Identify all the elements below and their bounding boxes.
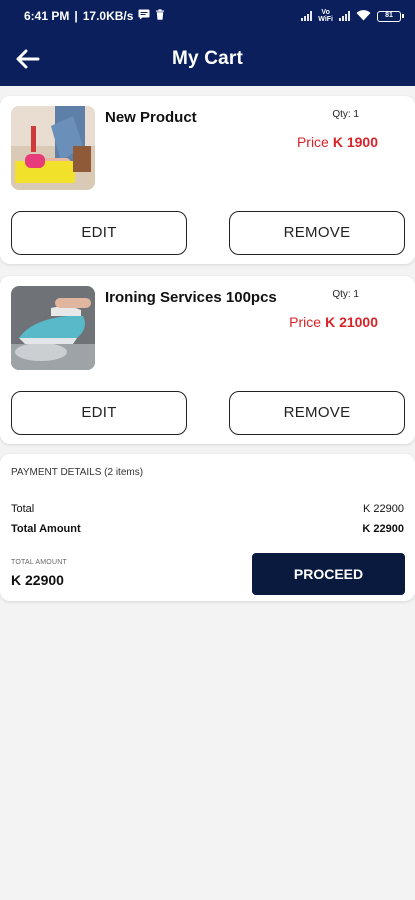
product-price: Price K 21000 <box>289 314 378 330</box>
product-qty: Qty: 1 <box>332 289 359 300</box>
volte-wifi-icon: Vo WiFi <box>318 9 333 23</box>
status-right: Vo WiFi 81 <box>301 9 404 24</box>
total-amount-value: K 22900 <box>362 523 404 535</box>
remove-button[interactable]: REMOVE <box>229 391 405 435</box>
page-title: My Cart <box>171 48 244 69</box>
app-bar: My Cart <box>0 32 415 86</box>
total-value: K 22900 <box>363 503 404 515</box>
proceed-button[interactable]: PROCEED <box>252 553 405 595</box>
product-image[interactable] <box>11 286 95 370</box>
price-amount: K 1900 <box>332 134 378 150</box>
message-icon <box>138 9 150 23</box>
status-left: 6:41 PM | 17.0KB/s <box>24 9 165 23</box>
footer-total-caption: TOTAL AMOUNT <box>11 559 67 566</box>
product-image[interactable] <box>11 106 95 190</box>
status-bar: 6:41 PM | 17.0KB/s Vo WiFi 81 <box>0 0 415 32</box>
product-name: Ironing Services 100pcs <box>105 289 277 306</box>
edit-button[interactable]: EDIT <box>11 211 187 255</box>
price-label: Price <box>296 134 329 150</box>
product-qty: Qty: 1 <box>332 109 359 120</box>
battery-icon: 81 <box>377 10 404 22</box>
payment-details-card: PAYMENT DETAILS (2 items) Total K 22900 … <box>0 454 415 601</box>
cart-item-card: New Product Qty: 1 Price K 1900 EDIT REMO… <box>0 96 415 264</box>
price-label: Price <box>289 314 322 330</box>
signal-icon <box>301 11 313 21</box>
arrow-left-icon <box>16 49 40 69</box>
wifi-icon <box>356 9 371 24</box>
battery-level: 81 <box>385 11 393 19</box>
total-label: Total <box>11 503 35 515</box>
payment-heading: PAYMENT DETAILS (2 items) <box>11 467 144 478</box>
remove-button[interactable]: REMOVE <box>229 211 405 255</box>
volte-line-1: Vo <box>321 9 330 16</box>
signal-icon-2 <box>339 11 350 21</box>
back-button[interactable] <box>14 45 42 73</box>
status-time: 6:41 PM <box>24 9 70 23</box>
trash-icon <box>155 9 165 23</box>
status-separator: | <box>74 9 78 23</box>
product-name: New Product <box>105 109 197 126</box>
total-amount-label: Total Amount <box>11 523 81 535</box>
price-amount: K 21000 <box>325 314 378 330</box>
volte-line-2: WiFi <box>318 16 333 23</box>
edit-button[interactable]: EDIT <box>11 391 187 435</box>
product-price: Price K 1900 <box>297 134 378 150</box>
status-speed: 17.0KB/s <box>82 9 134 23</box>
footer-total-value: K 22900 <box>11 572 64 588</box>
cart-item-card: Ironing Services 100pcs Qty: 1 Price K 21… <box>0 276 415 444</box>
